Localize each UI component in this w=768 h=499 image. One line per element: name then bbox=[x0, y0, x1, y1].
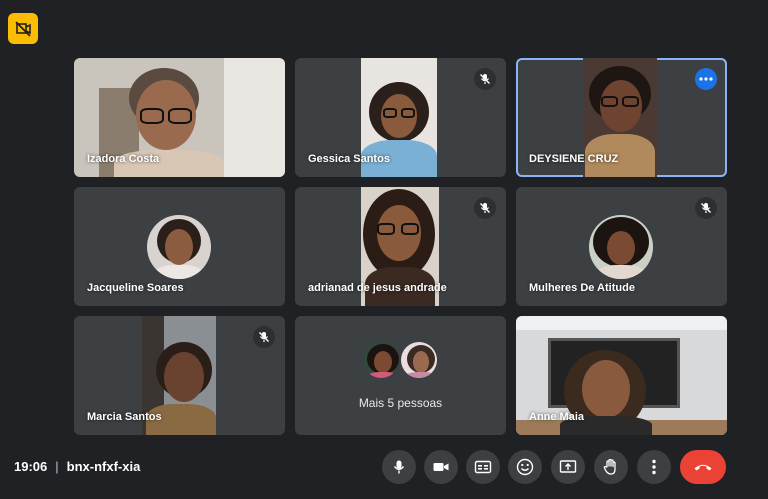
participant-name: Mulheres De Atitude bbox=[529, 282, 635, 294]
avatar bbox=[589, 215, 653, 279]
participant-tile[interactable]: Izadora Costa bbox=[74, 58, 285, 177]
emoji-button[interactable] bbox=[508, 450, 542, 484]
camera-icon bbox=[433, 463, 449, 471]
participant-name: Izadora Costa bbox=[87, 153, 160, 165]
participant-name: Anne Maia bbox=[529, 411, 585, 423]
mic-icon bbox=[393, 460, 405, 474]
emoji-icon bbox=[516, 458, 534, 476]
mic-off-icon bbox=[480, 74, 490, 84]
mic-off-icon bbox=[701, 203, 711, 213]
mic-button[interactable] bbox=[382, 450, 416, 484]
participant-tile[interactable]: Gessica Santos bbox=[295, 58, 506, 177]
recording-off-icon bbox=[15, 20, 31, 37]
meeting-time: 19:06 bbox=[14, 459, 48, 474]
mic-off-icon bbox=[480, 203, 490, 213]
mic-off-indicator bbox=[695, 197, 717, 219]
participant-name: Marcia Santos bbox=[87, 411, 162, 423]
mic-off-icon bbox=[259, 332, 269, 342]
avatar bbox=[361, 340, 401, 380]
more-participants-label: Mais 5 pessoas bbox=[358, 396, 443, 410]
captions-button[interactable] bbox=[466, 450, 500, 484]
participant-tile[interactable]: Mulheres De Atitude bbox=[516, 187, 727, 306]
captions-icon bbox=[474, 460, 492, 474]
mic-off-indicator bbox=[253, 326, 275, 348]
camera-button[interactable] bbox=[424, 450, 458, 484]
end-call-icon bbox=[694, 464, 712, 471]
participant-tile[interactable]: Anne Maia bbox=[516, 316, 727, 435]
present-screen-icon bbox=[559, 460, 577, 473]
meeting-details-badge[interactable] bbox=[8, 13, 38, 44]
participant-name: Jacqueline Soares bbox=[87, 282, 184, 294]
participant-name: DEYSIENE CRUZ bbox=[529, 153, 619, 165]
meeting-info: 19:06 | bnx-nfxf-xia bbox=[14, 459, 140, 474]
meeting-code[interactable]: bnx-nfxf-xia bbox=[67, 459, 141, 474]
participant-tile-active[interactable]: DEYSIENE CRUZ bbox=[516, 58, 727, 177]
more-options-button[interactable] bbox=[695, 68, 717, 90]
present-button[interactable] bbox=[551, 450, 585, 484]
separator: | bbox=[55, 459, 59, 474]
more-participants-tile[interactable]: Mais 5 pessoas bbox=[295, 316, 506, 435]
participant-name: adrianad de jesus andrade bbox=[308, 282, 447, 294]
end-call-button[interactable] bbox=[680, 450, 726, 484]
participant-tile[interactable]: Marcia Santos bbox=[74, 316, 285, 435]
more-options-button[interactable] bbox=[637, 450, 671, 484]
participant-tile[interactable]: Jacqueline Soares bbox=[74, 187, 285, 306]
participant-tile[interactable]: adrianad de jesus andrade bbox=[295, 187, 506, 306]
participant-name: Gessica Santos bbox=[308, 153, 390, 165]
three-dots-icon bbox=[699, 77, 713, 81]
participant-grid: Izadora Costa Gessica Santos DEYSIENE CR… bbox=[74, 58, 727, 435]
raise-hand-icon bbox=[603, 458, 616, 475]
bottom-control-bar: 19:06 | bnx-nfxf-xia bbox=[0, 448, 768, 488]
more-vertical-icon bbox=[652, 459, 656, 475]
mic-off-indicator bbox=[474, 197, 496, 219]
avatar bbox=[147, 215, 211, 279]
mic-off-indicator bbox=[474, 68, 496, 90]
raise-hand-button[interactable] bbox=[594, 450, 628, 484]
avatar bbox=[399, 340, 439, 380]
